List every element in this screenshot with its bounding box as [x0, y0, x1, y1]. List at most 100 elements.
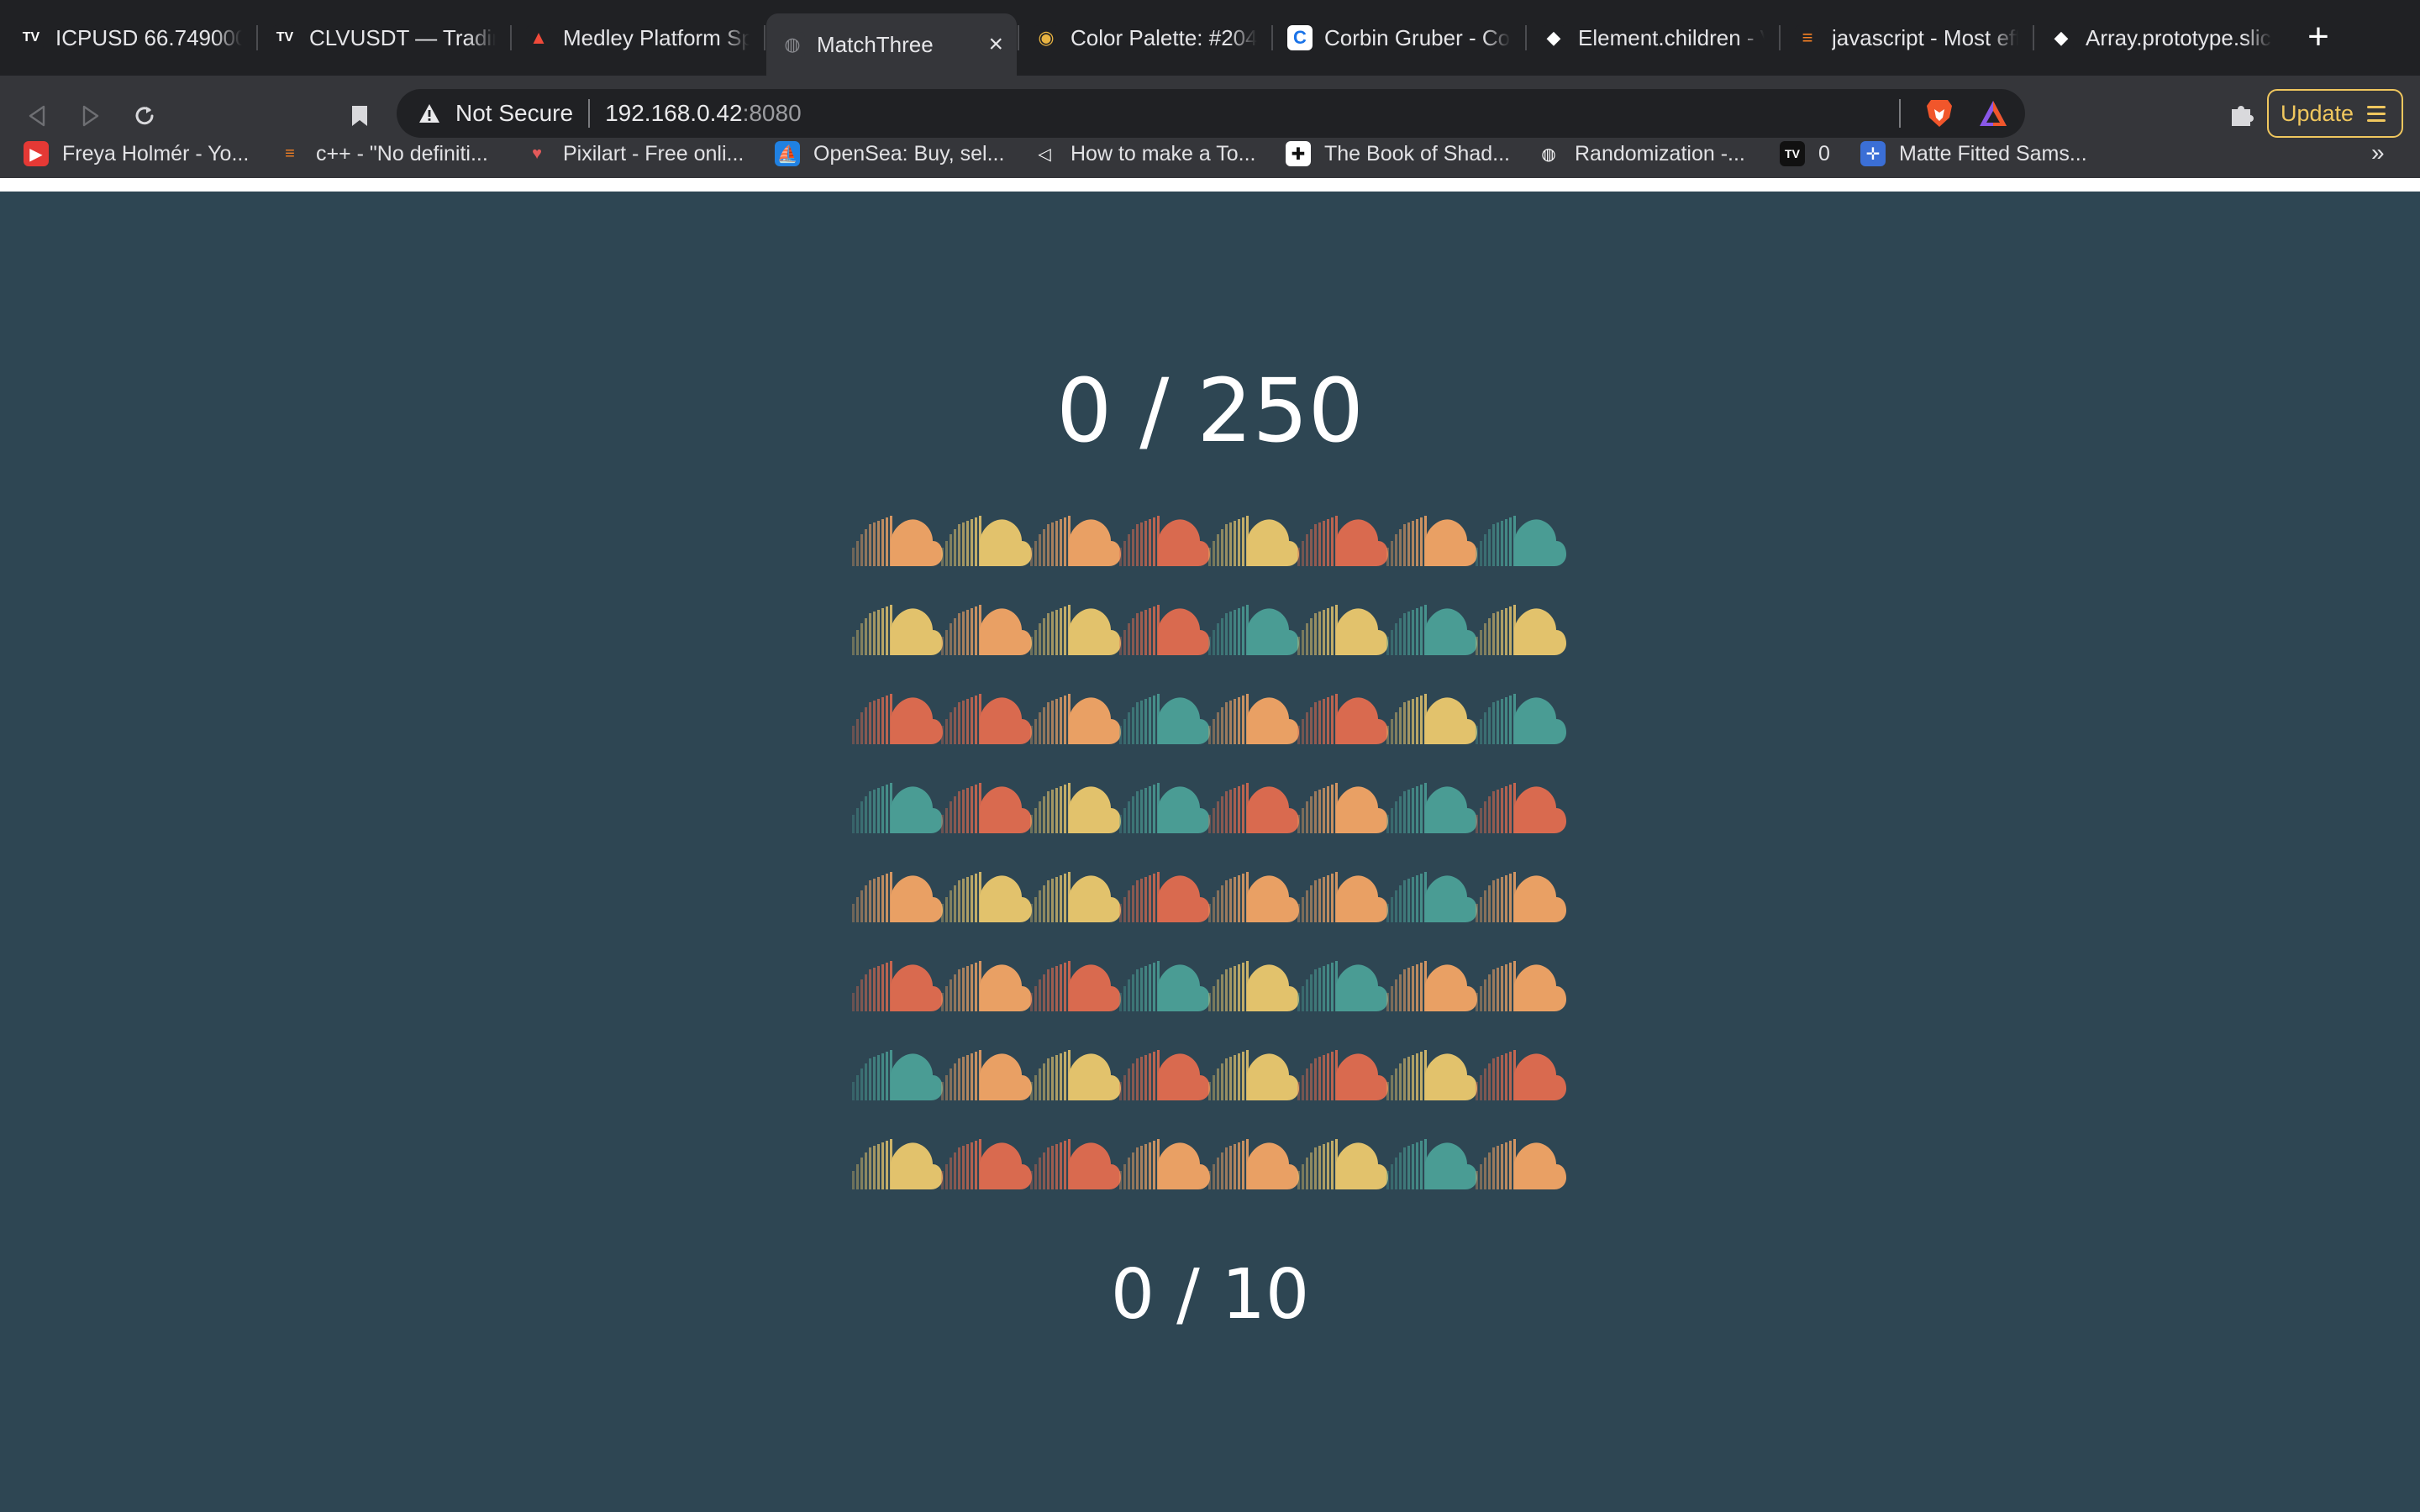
cloud-tile-orange[interactable]: [1474, 867, 1568, 926]
cloud-tile-teal[interactable]: [1385, 867, 1479, 926]
cloud-tile-teal[interactable]: [1385, 600, 1479, 659]
bookmarks-overflow-button[interactable]: »: [2371, 139, 2385, 166]
cloud-tile-yellow[interactable]: [1207, 1045, 1301, 1104]
cloud-tile-orange[interactable]: [939, 1045, 1034, 1104]
cloud-tile-yellow[interactable]: [850, 600, 944, 659]
warning-icon[interactable]: [417, 101, 442, 126]
brave-shields-icon[interactable]: [1924, 97, 1954, 129]
cloud-tile-red[interactable]: [850, 956, 944, 1015]
cloud-tile-teal[interactable]: [1474, 511, 1568, 570]
cloud-tile-yellow[interactable]: [1028, 1045, 1123, 1104]
cloud-icon: [1386, 1139, 1477, 1189]
cloud-tile-teal[interactable]: [1118, 778, 1212, 837]
cloud-tile-orange[interactable]: [850, 867, 944, 926]
cloud-tile-orange[interactable]: [1118, 1134, 1212, 1193]
cloud-tile-yellow[interactable]: [1474, 600, 1568, 659]
cloud-tile-teal[interactable]: [1118, 689, 1212, 748]
cloud-tile-red[interactable]: [1296, 511, 1390, 570]
cloud-tile-red[interactable]: [1474, 778, 1568, 837]
cloud-tile-orange[interactable]: [1385, 956, 1479, 1015]
cloud-tile-red[interactable]: [1118, 600, 1212, 659]
cloud-icon: [1476, 694, 1566, 744]
tab-matchthree[interactable]: ◍ MatchThree ×: [766, 13, 1017, 76]
cloud-tile-orange[interactable]: [939, 600, 1034, 659]
bookmark-item[interactable]: ⛵ OpenSea: Buy, sel...: [775, 136, 1004, 171]
bookmark-item[interactable]: ◁ How to make a To...: [1032, 136, 1255, 171]
bookmark-item[interactable]: ✛ Matte Fitted Sams...: [1860, 136, 2087, 171]
cloud-tile-yellow[interactable]: [850, 1134, 944, 1193]
security-status-label[interactable]: Not Secure: [455, 100, 573, 127]
cloud-tile-red[interactable]: [1028, 956, 1123, 1015]
cloud-tile-red[interactable]: [1118, 1045, 1212, 1104]
tab-medley[interactable]: ▲ Medley Platform Sp: [513, 15, 763, 60]
cloud-tile-orange[interactable]: [1207, 1134, 1301, 1193]
bookmark-item[interactable]: ▶ Freya Holmér - Yo...: [24, 136, 249, 171]
tab-color[interactable]: ◉ Color Palette: #2040: [1020, 15, 1270, 60]
cloud-icon: [1386, 783, 1477, 833]
cloud-tile-orange[interactable]: [1207, 867, 1301, 926]
tab-array[interactable]: ◆ Array.prototype.slic: [2035, 15, 2286, 60]
cloud-tile-orange[interactable]: [939, 956, 1034, 1015]
extensions-button[interactable]: [2222, 94, 2262, 134]
cloud-tile-yellow[interactable]: [1207, 956, 1301, 1015]
new-tab-button[interactable]: +: [2299, 18, 2338, 57]
tab-corbin[interactable]: C Corbin Gruber - Coc: [1274, 15, 1524, 60]
cloud-tile-red[interactable]: [1296, 1045, 1390, 1104]
cloud-tile-teal[interactable]: [1207, 600, 1301, 659]
bookmark-item[interactable]: ◍ Randomization -...: [1536, 136, 1745, 171]
cloud-tile-red[interactable]: [1118, 511, 1212, 570]
cloud-tile-orange[interactable]: [1474, 1134, 1568, 1193]
cloud-icon: [1297, 961, 1388, 1011]
cloud-tile-yellow[interactable]: [1385, 689, 1479, 748]
bookmark-item[interactable]: ≡ c++ - "No definiti...: [277, 136, 488, 171]
cloud-tile-yellow[interactable]: [1028, 778, 1123, 837]
cloud-tile-red[interactable]: [939, 1134, 1034, 1193]
tab-element[interactable]: ◆ Element.children - V: [1528, 15, 1778, 60]
bookmark-item[interactable]: ♥ Pixilart - Free onli...: [524, 136, 744, 171]
tab-icpusd[interactable]: TV ICPUSD 66.749000: [5, 15, 255, 60]
cloud-tile-red[interactable]: [939, 689, 1034, 748]
cloud-tile-yellow[interactable]: [939, 867, 1034, 926]
bookmark-item[interactable]: ✚ The Book of Shad...: [1286, 136, 1510, 171]
cloud-tile-yellow[interactable]: [939, 511, 1034, 570]
cloud-tile-teal[interactable]: [1385, 1134, 1479, 1193]
cloud-tile-teal[interactable]: [1474, 689, 1568, 748]
cloud-tile-yellow[interactable]: [1028, 600, 1123, 659]
tab-separator: [1525, 25, 1527, 50]
cloud-tile-orange[interactable]: [1474, 956, 1568, 1015]
cloud-tile-yellow[interactable]: [1296, 1134, 1390, 1193]
cloud-tile-red[interactable]: [1474, 1045, 1568, 1104]
brave-rewards-icon[interactable]: [1978, 99, 2008, 128]
cloud-tile-teal[interactable]: [1296, 956, 1390, 1015]
bookmark-item[interactable]: TV 0: [1780, 136, 1830, 171]
cloud-tile-orange[interactable]: [1385, 511, 1479, 570]
plus-icon: ✚: [1286, 141, 1311, 166]
cloud-tile-red[interactable]: [1028, 1134, 1123, 1193]
tab-javascript[interactable]: ≡ javascript - Most eff: [1781, 15, 2032, 60]
cloud-tile-orange[interactable]: [1028, 511, 1123, 570]
cloud-tile-red[interactable]: [850, 689, 944, 748]
cloud-tile-red[interactable]: [1207, 778, 1301, 837]
cloud-tile-red[interactable]: [1296, 689, 1390, 748]
tab-title: Color Palette: #2040: [1071, 24, 1257, 50]
close-tab-icon[interactable]: ×: [988, 30, 1003, 59]
cloud-tile-orange[interactable]: [1296, 867, 1390, 926]
cloud-tile-orange[interactable]: [1207, 689, 1301, 748]
cloud-tile-yellow[interactable]: [1296, 600, 1390, 659]
mdn-icon: ◆: [2049, 25, 2074, 50]
cloud-tile-teal[interactable]: [850, 1045, 944, 1104]
cloud-tile-orange[interactable]: [1296, 778, 1390, 837]
cloud-tile-red[interactable]: [1118, 867, 1212, 926]
tab-clvusdt[interactable]: TV CLVUSDT — Trading: [259, 15, 509, 60]
cloud-icon: [1386, 605, 1477, 655]
cloud-tile-yellow[interactable]: [1028, 867, 1123, 926]
cloud-icon: [1476, 1139, 1566, 1189]
cloud-tile-yellow[interactable]: [1207, 511, 1301, 570]
cloud-tile-teal[interactable]: [1118, 956, 1212, 1015]
cloud-tile-orange[interactable]: [850, 511, 944, 570]
cloud-tile-orange[interactable]: [1028, 689, 1123, 748]
cloud-tile-teal[interactable]: [1385, 778, 1479, 837]
cloud-tile-yellow[interactable]: [1385, 1045, 1479, 1104]
cloud-tile-red[interactable]: [939, 778, 1034, 837]
cloud-tile-teal[interactable]: [850, 778, 944, 837]
